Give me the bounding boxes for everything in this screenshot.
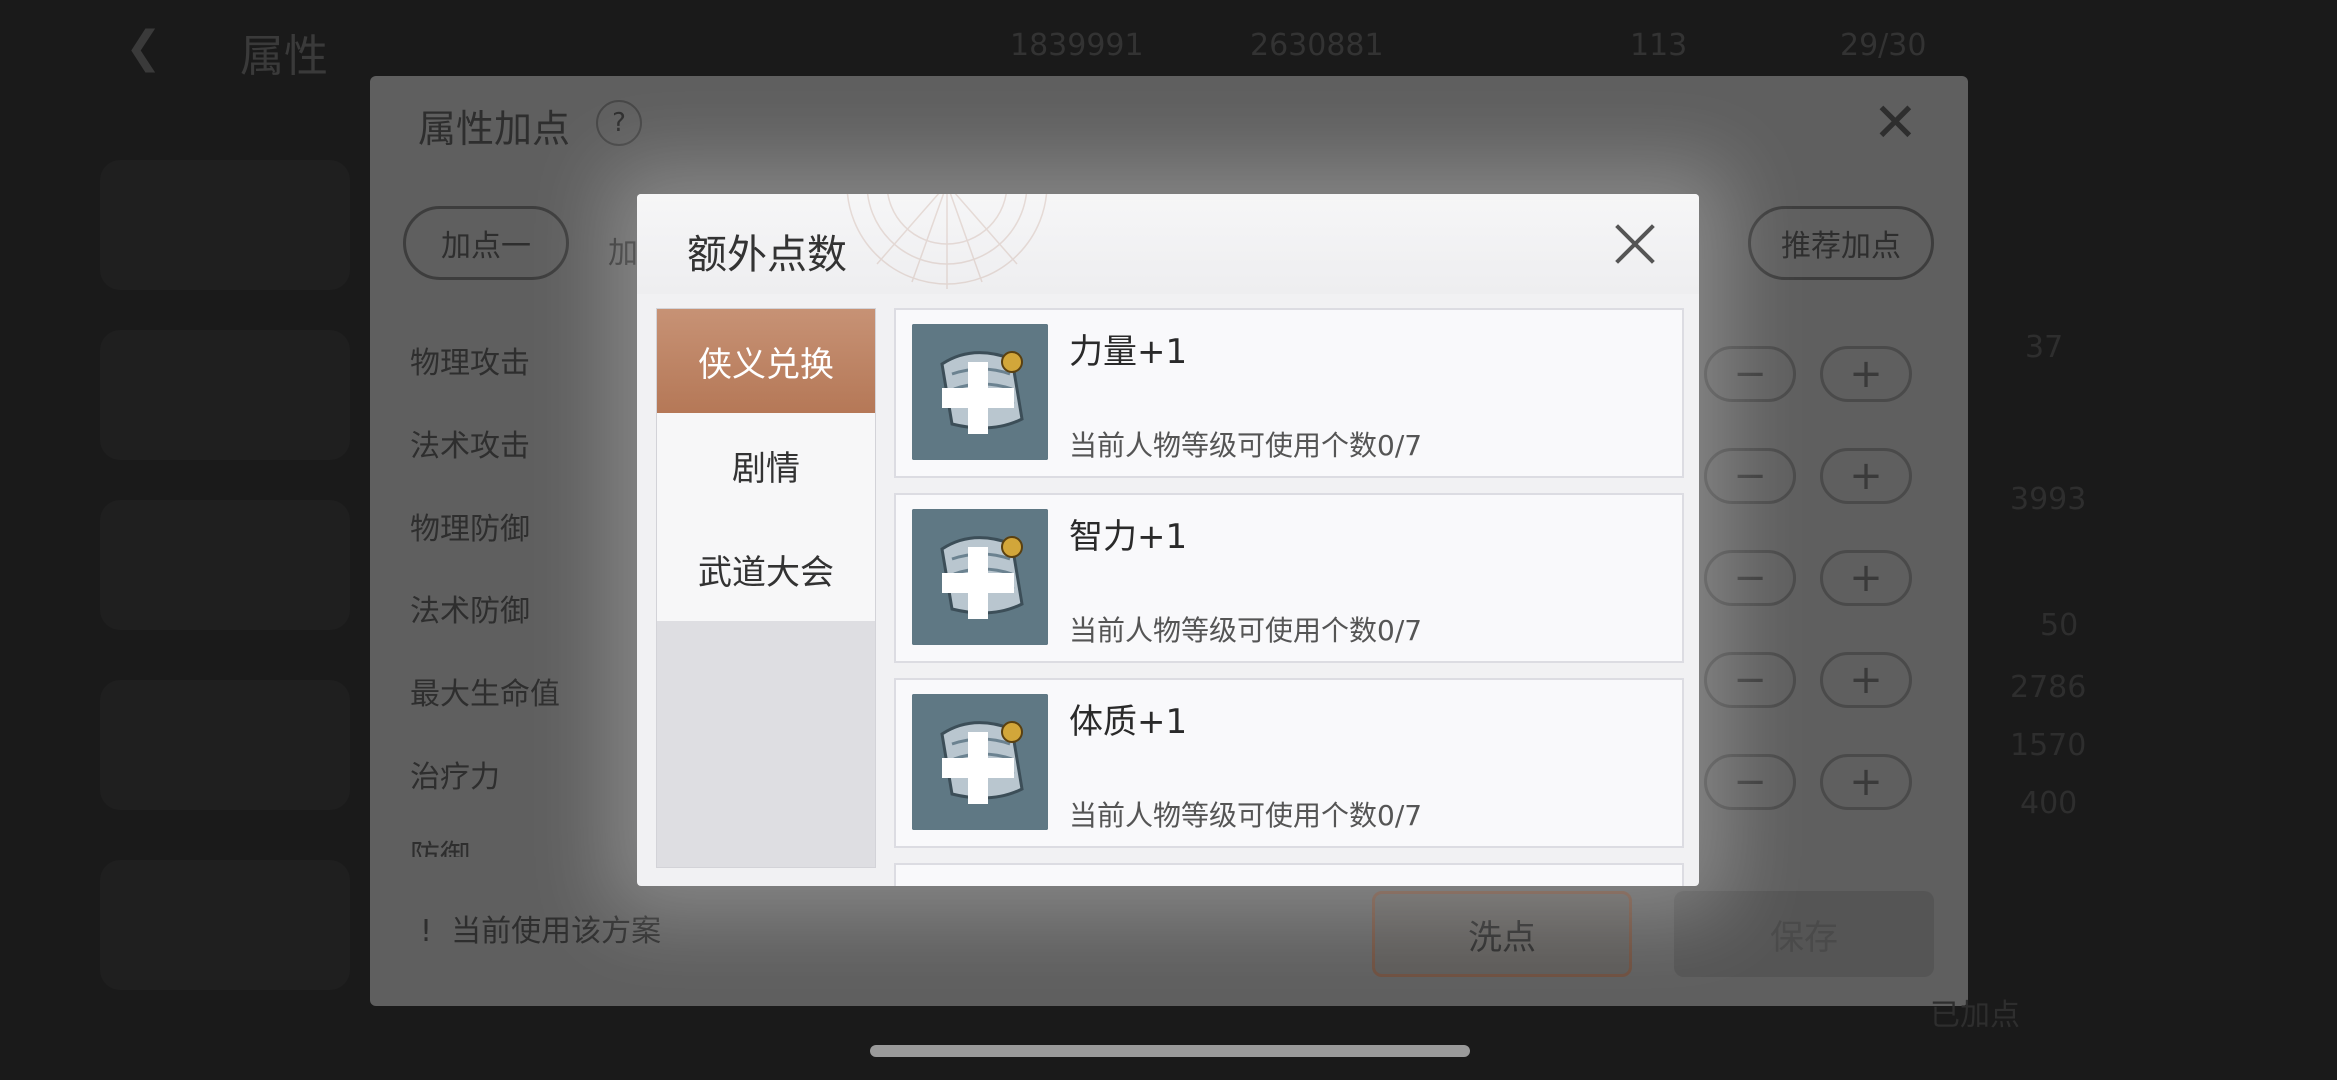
list-item[interactable]: 体质+1 当前人物等级可使用个数0/7 <box>894 678 1684 848</box>
dialog-header: 额外点数 <box>637 194 1699 294</box>
plus-button[interactable]: + <box>1820 652 1912 708</box>
item-name: 力量+1 <box>1069 332 1188 372</box>
attr-label: 法术防御 <box>410 594 530 629</box>
attr-value: 3993 <box>2010 482 2087 517</box>
item-name: 智力+1 <box>1069 517 1188 557</box>
item-description: 当前人物等级可使用个数0/7 <box>1069 429 1423 462</box>
resource-2: 2630881 <box>1250 28 1384 63</box>
save-button[interactable]: 保存 <box>1674 891 1934 977</box>
list-item[interactable]: 力量+1 当前人物等级可使用个数0/7 <box>894 308 1684 478</box>
resource-3: 113 <box>1630 28 1688 63</box>
scroll-plus-icon <box>912 324 1048 460</box>
current-plan-note: ! 当前使用该方案 <box>420 906 661 950</box>
item-list[interactable]: 力量+1 当前人物等级可使用个数0/7 智力+1 当前人物等级可使用个数0/7 <box>894 308 1684 886</box>
decor-compass-icon <box>846 194 1048 289</box>
tab-chivalry-exchange[interactable]: 侠义兑换 <box>657 309 875 413</box>
panel-title: 属性加点 <box>418 107 571 151</box>
attr-label: 物理攻击 <box>410 346 530 381</box>
attr-value: 2786 <box>2010 670 2087 705</box>
back-icon[interactable]: ❮ <box>125 22 185 73</box>
category-tabs: 侠义兑换 剧情 武道大会 <box>656 308 876 868</box>
attr-label: 治疗力 <box>410 760 500 795</box>
list-item[interactable] <box>894 863 1684 886</box>
wash-points-button[interactable]: 洗点 <box>1372 891 1632 977</box>
dialog-title: 额外点数 <box>687 232 847 278</box>
added-points-note: 已加点 <box>1930 998 2020 1033</box>
plus-button[interactable]: + <box>1820 346 1912 402</box>
close-icon[interactable]: ✕ <box>1873 96 1918 150</box>
item-name: 体质+1 <box>1069 702 1188 742</box>
info-icon: ! <box>420 914 452 949</box>
current-plan-text: 当前使用该方案 <box>451 914 662 949</box>
attr-value: 400 <box>2020 786 2078 821</box>
resource-4: 29/30 <box>1840 28 1927 63</box>
list-item[interactable]: 智力+1 当前人物等级可使用个数0/7 <box>894 493 1684 663</box>
plan-tab-1[interactable]: 加点一 <box>403 206 569 280</box>
resource-1: 1839991 <box>1010 28 1144 63</box>
left-slot <box>100 330 350 460</box>
attr-label: 防御 <box>410 839 470 857</box>
plus-button[interactable]: + <box>1820 448 1912 504</box>
recommend-button[interactable]: 推荐加点 <box>1748 206 1934 280</box>
left-slot <box>100 500 350 630</box>
left-slot <box>100 680 350 810</box>
tab-story[interactable]: 剧情 <box>657 413 875 517</box>
minus-button[interactable]: − <box>1704 448 1796 504</box>
scroll-plus-icon <box>912 509 1048 645</box>
left-slot <box>100 160 350 290</box>
attr-label: 法术攻击 <box>410 429 530 464</box>
left-slot <box>100 860 350 990</box>
plus-button[interactable]: + <box>1820 754 1912 810</box>
attr-value: 50 <box>2040 608 2079 643</box>
item-description: 当前人物等级可使用个数0/7 <box>1069 614 1423 647</box>
minus-button[interactable]: − <box>1704 652 1796 708</box>
screen-title: 属性 <box>240 31 328 82</box>
minus-button[interactable]: − <box>1704 550 1796 606</box>
home-indicator[interactable] <box>870 1045 1470 1057</box>
attr-label: 最大生命值 <box>410 677 560 712</box>
help-icon[interactable]: ? <box>596 100 642 146</box>
attr-value: 1570 <box>2010 728 2087 763</box>
extra-points-dialog: 额外点数 侠义兑换 剧情 武道大会 力量+1 当前人物等级可使用个数0/7 智力… <box>637 194 1699 886</box>
right-column <box>2120 200 2260 1000</box>
tab-martial-tournament[interactable]: 武道大会 <box>657 517 875 621</box>
minus-button[interactable]: − <box>1704 346 1796 402</box>
attr-value: 37 <box>2025 330 2064 365</box>
plan-tab-2-partial[interactable]: 加 <box>608 228 638 272</box>
scroll-plus-icon <box>912 694 1048 830</box>
plus-button[interactable]: + <box>1820 550 1912 606</box>
close-icon[interactable] <box>1609 218 1661 270</box>
item-description: 当前人物等级可使用个数0/7 <box>1069 799 1423 832</box>
minus-button[interactable]: − <box>1704 754 1796 810</box>
attr-label: 物理防御 <box>410 512 530 547</box>
